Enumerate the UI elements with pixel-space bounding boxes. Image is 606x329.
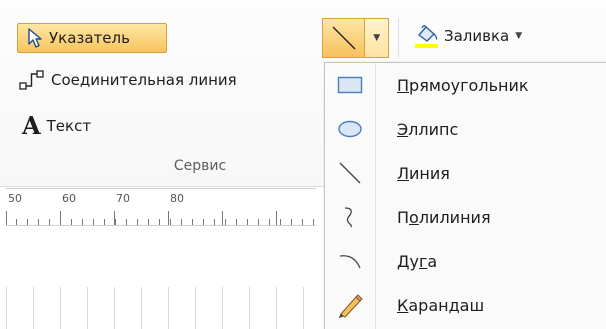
fill-chevron-down-icon[interactable]: ▼ <box>515 31 522 41</box>
shape-dropdown-menu: Прямоугольник Эллипс Линия Полилиния Дуг… <box>324 62 606 329</box>
menu-item-label: Прямоугольник <box>397 75 529 95</box>
pencil-icon <box>325 283 375 327</box>
ruler-mark: 60 <box>62 192 76 205</box>
menu-item-rectangle[interactable]: Прямоугольник <box>325 63 606 107</box>
menu-item-label: Линия <box>397 163 450 183</box>
ruler-mark: 70 <box>116 192 130 205</box>
pointer-tool-button[interactable]: Указатель <box>17 23 167 53</box>
fill-button[interactable]: Заливка ▼ <box>413 23 522 49</box>
menu-item-arc[interactable]: Дуга <box>325 239 606 283</box>
line-icon <box>325 151 375 195</box>
menu-item-polyline[interactable]: Полилиния <box>325 195 606 239</box>
text-tool-label: Текст <box>46 117 92 135</box>
paint-bucket-icon <box>413 23 440 49</box>
pointer-arrow-icon <box>23 26 47 50</box>
ruler-ticks <box>6 211 316 225</box>
menu-item-pencil[interactable]: Карандаш <box>325 283 606 327</box>
fill-label: Заливка <box>444 27 510 45</box>
horizontal-ruler: 50 60 70 80 <box>6 188 316 226</box>
menu-item-label: Эллипс <box>397 119 459 139</box>
menu-item-line[interactable]: Линия <box>325 151 606 195</box>
ruler-mark: 50 <box>8 192 22 205</box>
polyline-icon <box>325 195 375 239</box>
ruler-mark: 80 <box>170 192 184 205</box>
shape-split-button[interactable]: ▼ <box>322 18 389 58</box>
chevron-down-icon[interactable]: ▼ <box>364 19 388 57</box>
rectangle-icon <box>325 63 375 107</box>
line-shape-icon[interactable] <box>323 19 364 57</box>
connector-icon <box>18 69 46 91</box>
connector-tool-button[interactable]: Соединительная линия <box>18 69 237 91</box>
fill-color-swatch <box>415 44 438 48</box>
menu-item-label: Полилиния <box>397 207 491 227</box>
arc-icon <box>325 239 375 283</box>
ellipse-icon <box>325 107 375 151</box>
menu-item-label: Карандаш <box>397 295 485 315</box>
toolbar-separator <box>398 18 399 58</box>
connector-tool-label: Соединительная линия <box>51 71 237 89</box>
menu-item-label: Дуга <box>397 251 438 271</box>
pointer-tool-label: Указатель <box>49 29 130 47</box>
menu-item-ellipse[interactable]: Эллипс <box>325 107 606 151</box>
text-icon: A <box>22 111 41 140</box>
text-tool-button[interactable]: A Текст <box>22 114 91 138</box>
drawing-canvas-grid[interactable] <box>6 287 322 329</box>
